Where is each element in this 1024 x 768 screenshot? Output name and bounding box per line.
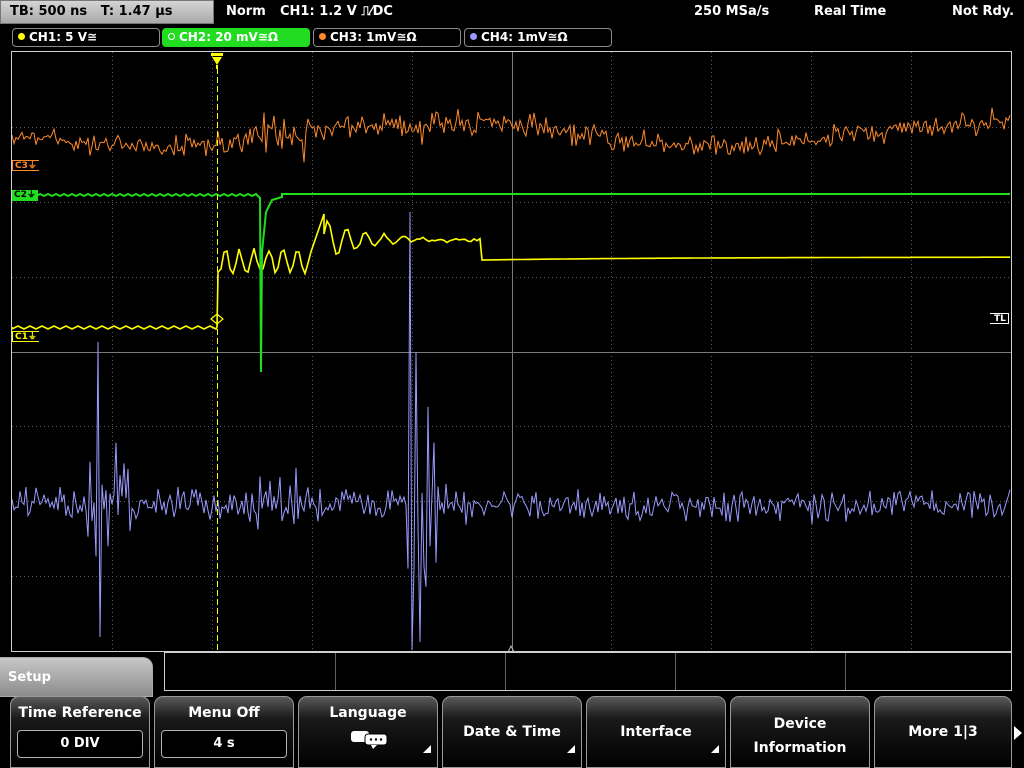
ch1-color-dot xyxy=(18,33,25,40)
channel-tab-label: CH3: 1mV≅Ω xyxy=(330,30,417,44)
menu-off-value: 4 s xyxy=(161,730,287,758)
ch1-ground-marker[interactable]: C1⏚ xyxy=(12,331,39,342)
softkey-label: Device Information xyxy=(753,716,847,756)
trigger-down-arrow-icon xyxy=(211,53,223,69)
horizontal-position-marker xyxy=(506,640,516,655)
ch1-trace xyxy=(12,213,1010,331)
submenu-corner-icon xyxy=(567,745,575,753)
language-softkey[interactable]: Language xyxy=(298,696,438,768)
ch3-ground-marker[interactable]: C3⏚ xyxy=(12,160,39,171)
channel-tab-ch4[interactable]: CH4: 1mV≅Ω xyxy=(464,28,612,47)
more-softkey[interactable]: More 1|3 xyxy=(874,696,1012,768)
sample-rate: 250 MSa/s xyxy=(694,4,770,19)
softkey-label: Date & Time xyxy=(463,724,561,740)
ch2-trace xyxy=(12,192,1010,373)
waveform-display[interactable] xyxy=(11,51,1012,652)
channel-tab-ch3[interactable]: CH3: 1mV≅Ω xyxy=(313,28,461,47)
channel-tab-label: CH4: 1mV≅Ω xyxy=(481,30,568,44)
acquisition-mode: Real Time xyxy=(814,4,887,19)
trigger-info[interactable]: CH1: 1.2 V ⎍⁄DC xyxy=(280,0,393,24)
strip-cell xyxy=(506,653,676,690)
time-reference-softkey[interactable]: Time Reference 0 DIV xyxy=(10,696,150,768)
ch3-color-dot xyxy=(319,33,326,40)
trigger-level-marker[interactable]: TL xyxy=(990,313,1009,324)
softkey-label: Interface xyxy=(620,724,692,740)
submenu-corner-icon xyxy=(711,745,719,753)
softkey-label: Time Reference xyxy=(18,705,142,721)
strip-cell xyxy=(165,653,336,690)
softkey-label: Language xyxy=(329,705,407,721)
channel-tab-label: CH1: 5 V≅ xyxy=(29,30,98,44)
ch3-trace xyxy=(12,107,1011,163)
menu-title: Setup xyxy=(0,657,153,697)
channel-tab-label: CH2: 20 mV≅Ω xyxy=(179,30,279,44)
ch2-ground-marker[interactable]: C2⏚ xyxy=(12,190,38,201)
timebase-display[interactable]: TB: 500 ns T: 1.47 µs xyxy=(0,0,214,24)
auxiliary-display-strip xyxy=(164,652,1012,691)
date-time-softkey[interactable]: Date & Time xyxy=(442,696,582,768)
waveform-canvas xyxy=(12,52,1011,651)
ch4-color-dot xyxy=(470,33,477,40)
ch2-color-dot xyxy=(168,33,175,40)
trigger-position-marker[interactable] xyxy=(211,53,223,69)
channel-tab-ch1[interactable]: CH1: 5 V≅ xyxy=(12,28,160,47)
submenu-corner-icon xyxy=(423,745,431,753)
acquisition-status: Not Rdy. xyxy=(952,4,1015,19)
speech-bubbles-icon xyxy=(351,729,389,753)
strip-cell xyxy=(676,653,846,690)
interface-softkey[interactable]: Interface xyxy=(586,696,726,768)
softkey-label: Menu Off xyxy=(188,705,260,721)
device-information-softkey[interactable]: Device Information xyxy=(730,696,870,768)
strip-cell xyxy=(336,653,506,690)
time-reference-value: 0 DIV xyxy=(17,730,143,758)
channel-tab-ch2[interactable]: CH2: 20 mV≅Ω xyxy=(162,28,310,47)
menu-off-softkey[interactable]: Menu Off 4 s xyxy=(154,696,294,768)
softkey-label: More 1|3 xyxy=(908,724,978,740)
next-page-arrow[interactable] xyxy=(1012,700,1024,768)
trigger-mode[interactable]: Norm xyxy=(226,0,266,24)
triangle-right-icon xyxy=(1014,726,1022,740)
status-bar: Norm CH1: 1.2 V ⎍⁄DC 250 MSa/s Real Time… xyxy=(216,0,1024,24)
